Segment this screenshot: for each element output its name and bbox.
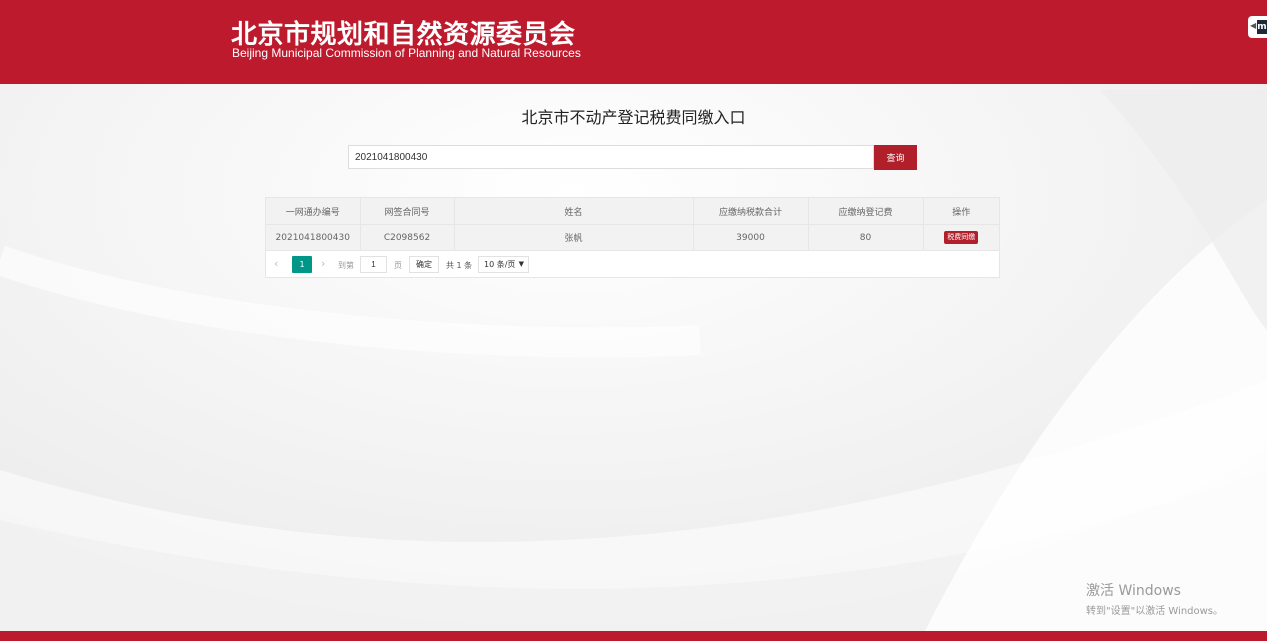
side-widget-tab[interactable]: ◀ m [1248, 16, 1267, 38]
page-size-value: 10 条/页 [484, 260, 516, 269]
page-background [0, 0, 1267, 641]
cell-contract: C2098562 [360, 224, 455, 251]
column-header: 姓名 [454, 198, 694, 225]
chevron-left-icon[interactable]: ‹ [274, 257, 278, 270]
page-size-select[interactable]: 10 条/页 ▼ [478, 256, 529, 273]
page-unit-label: 页 [394, 261, 402, 270]
total-count: 共 1 条 [446, 261, 473, 270]
footer-bar [0, 631, 1267, 641]
goto-page-input[interactable] [360, 256, 387, 273]
cell-registration-fee: 80 [808, 224, 924, 251]
watermark-line1: 激活 Windows [1086, 583, 1181, 599]
arrow-left-icon: ◀ [1250, 21, 1257, 30]
cell-tax-total: 39000 [693, 224, 809, 251]
pagination: ‹ 1 › 到第 页 确定 共 1 条 10 条/页 ▼ [266, 251, 999, 277]
chevron-right-icon[interactable]: › [321, 257, 325, 270]
widget-logo-icon: m [1257, 20, 1267, 34]
watermark-line2: 转到"设置"以激活 Windows。 [1086, 606, 1224, 617]
caret-down-icon: ▼ [518, 260, 524, 268]
results-table: 一网通办编号 网签合同号 姓名 应缴纳税款合计 应缴纳登记费 操作 202104… [265, 197, 1000, 278]
table-row: 2021041800430 C2098562 张帆 39000 80 税费同缴 [266, 224, 999, 251]
cell-action: 税费同缴 [923, 224, 999, 251]
page-button-current[interactable]: 1 [292, 256, 312, 273]
column-header: 网签合同号 [360, 198, 455, 225]
column-header: 一网通办编号 [266, 198, 361, 225]
site-header: 北京市规划和自然资源委员会 Beijing Municipal Commissi… [0, 0, 1267, 84]
page-title: 北京市不动产登记税费同缴入口 [521, 108, 746, 127]
goto-confirm-button[interactable]: 确定 [409, 256, 439, 273]
search-input[interactable] [348, 145, 874, 169]
search-button[interactable]: 查询 [874, 145, 917, 170]
table-header-row: 一网通办编号 网签合同号 姓名 应缴纳税款合计 应缴纳登记费 操作 [266, 198, 999, 225]
pay-taxes-button[interactable]: 税费同缴 [944, 231, 979, 244]
cell-id: 2021041800430 [266, 224, 361, 251]
column-header: 应缴纳登记费 [808, 198, 924, 225]
cell-name: 张帆 [454, 224, 694, 251]
windows-activation-watermark: 激活 Windows 转到"设置"以激活 Windows。 [1086, 580, 1223, 617]
column-header: 操作 [923, 198, 999, 225]
goto-label: 到第 [338, 261, 354, 270]
header-title-en: Beijing Municipal Commission of Planning… [232, 46, 581, 60]
column-header: 应缴纳税款合计 [693, 198, 809, 225]
